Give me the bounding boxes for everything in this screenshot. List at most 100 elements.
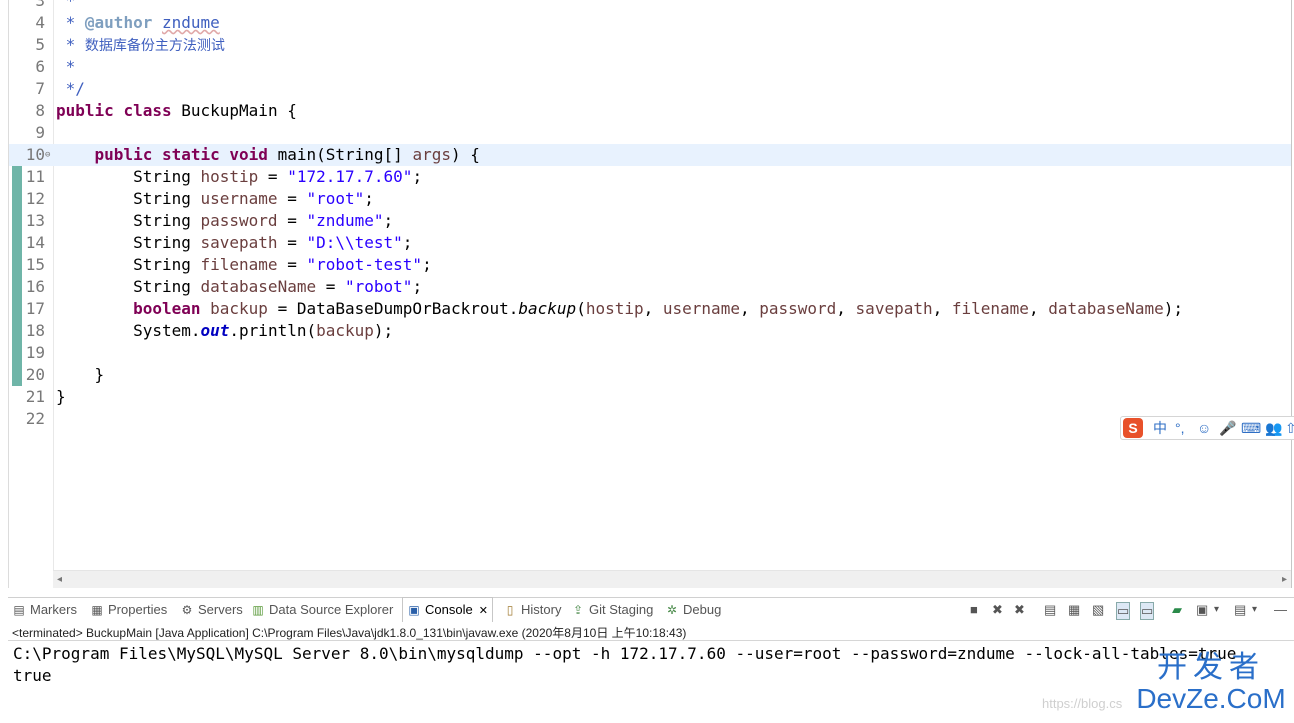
code-token: username (200, 189, 278, 208)
close-icon[interactable]: ✕ (479, 605, 488, 617)
code-line[interactable]: 14 String savepath = "D:\\test"; (9, 232, 1291, 254)
code-text: * (56, 0, 76, 12)
ime-mic-icon[interactable]: 🎤 (1219, 417, 1236, 439)
watermark-cn: 开发者 (1157, 651, 1265, 684)
code-token: = (316, 277, 345, 296)
code-line[interactable]: 16 String databaseName = "robot"; (9, 276, 1291, 298)
code-line[interactable]: 11 String hostip = "172.17.7.60"; (9, 166, 1291, 188)
clear-console-icon[interactable]: ▤ (1044, 602, 1056, 618)
code-line[interactable]: 4 * @author zndume (9, 12, 1291, 34)
ime-user-icon[interactable]: 👥 (1265, 417, 1282, 439)
code-text: } (56, 364, 105, 386)
line-number: 20 (25, 365, 45, 384)
code-line[interactable]: 7 */ (9, 78, 1291, 100)
code-line[interactable]: 20 } (9, 364, 1291, 386)
line-number: 5 (35, 35, 45, 54)
database-icon: ▥ (252, 603, 264, 617)
ime-toolbar[interactable]: S 中 °, ☺ 🎤 ⌨ 👥 ⇧ (1120, 416, 1294, 440)
scroll-left-icon[interactable]: ◂ (57, 571, 62, 588)
word-wrap-icon[interactable]: ▧ (1092, 602, 1104, 618)
open-console-icon[interactable]: ▤ (1234, 602, 1246, 618)
code-token: out (200, 321, 230, 340)
ime-keyboard-icon[interactable]: ⌨ (1241, 417, 1261, 439)
markers-icon: ▤ (13, 603, 25, 617)
horizontal-scrollbar[interactable]: ◂ ▸ (53, 570, 1291, 588)
code-token: , (1028, 299, 1049, 318)
code-token: BuckupMain { (171, 101, 297, 120)
tab-history[interactable]: ▯ History (503, 598, 562, 622)
code-token: "zndume" (306, 211, 384, 230)
code-token: ); (373, 321, 394, 340)
tab-git-staging[interactable]: ⇪ Git Staging (571, 598, 653, 622)
code-text: * @author zndume (56, 12, 220, 34)
code-text: } (56, 386, 66, 408)
tab-debug[interactable]: ✲ Debug (665, 598, 721, 622)
code-text: String filename = "robot-test"; (56, 254, 432, 276)
scroll-right-icon[interactable]: ▸ (1282, 571, 1287, 588)
code-token: public (56, 101, 114, 120)
code-token: ; (383, 211, 394, 230)
code-line[interactable]: 12 String username = "root"; (9, 188, 1291, 210)
properties-icon: ▦ (91, 603, 103, 617)
tab-markers[interactable]: ▤ Markers (12, 598, 77, 622)
ime-emoji-icon[interactable]: ☺ (1197, 417, 1211, 439)
code-text: * 数据库备份主方法测试 (56, 34, 225, 57)
sogou-logo-icon[interactable]: S (1123, 418, 1143, 438)
code-line[interactable]: 5 * 数据库备份主方法测试 (9, 34, 1291, 56)
code-token: * (56, 35, 85, 54)
code-line[interactable]: 3 * (9, 0, 1291, 12)
tab-data-source-explorer[interactable]: ▥ Data Source Explorer (251, 598, 393, 622)
code-line[interactable]: 19 (9, 342, 1291, 364)
code-token: ; (412, 167, 423, 186)
code-token: } (56, 365, 105, 384)
scroll-lock-icon[interactable]: ▦ (1068, 602, 1080, 618)
chevron-down-icon[interactable]: ▾ (1252, 602, 1257, 618)
remove-launch-icon[interactable]: ✖ (992, 602, 1003, 618)
code-line[interactable]: 18 System.out.println(backup); (9, 320, 1291, 342)
show-on-stderr-icon[interactable]: ▭ (1140, 602, 1155, 620)
ime-lang-toggle[interactable]: 中 (1153, 417, 1167, 439)
code-line[interactable]: 6 * (9, 56, 1291, 78)
code-line[interactable]: 8 public class BuckupMain { (9, 100, 1291, 122)
fold-toggle-icon[interactable]: ⊖ (45, 144, 50, 166)
show-on-stdout-icon[interactable]: ▭ (1116, 602, 1131, 620)
code-line[interactable]: 10 ⊖ public static void main(String[] arg… (9, 144, 1291, 166)
code-token: = (258, 167, 288, 186)
remove-all-icon[interactable]: ✖ (1014, 602, 1025, 618)
code-token: = (277, 189, 307, 208)
code-token: backup (316, 321, 374, 340)
code-editor[interactable]: 3 * 4 * @author zndume 5 * 数据库备份主方法测试 6 * 7 … (8, 0, 1292, 588)
code-token: * (56, 13, 85, 32)
code-token: databaseName (1048, 299, 1164, 318)
pin-console-icon[interactable]: ▰ (1172, 602, 1182, 618)
line-number: 6 (35, 57, 45, 76)
code-line[interactable]: 17 boolean backup = DataBaseDumpOrBackro… (9, 298, 1291, 320)
tab-servers[interactable]: ⚙ Servers (180, 598, 243, 622)
ime-more-icon[interactable]: ⇧ (1285, 417, 1294, 439)
code-text: boolean backup = DataBaseDumpOrBackrout.… (56, 298, 1183, 320)
tab-console[interactable]: ▣ Console ✕ (402, 597, 493, 622)
code-token: "172.17.7.60" (287, 167, 413, 186)
code-token: class (123, 101, 172, 120)
code-text: System.out.println(backup); (56, 320, 393, 342)
minimize-icon[interactable]: — (1274, 602, 1287, 618)
code-line[interactable]: 13 String password = "zndume"; (9, 210, 1291, 232)
display-console-icon[interactable]: ▣ (1196, 602, 1208, 618)
code-line[interactable]: 22 (9, 408, 1291, 430)
terminate-icon[interactable]: ■ (970, 602, 978, 618)
code-line[interactable]: 21} (9, 386, 1291, 408)
console-status: <terminated> BuckupMain [Java Applicatio… (12, 626, 687, 640)
code-line[interactable]: 15 String filename = "robot-test"; (9, 254, 1291, 276)
tab-properties[interactable]: ▦ Properties (90, 598, 167, 622)
chevron-down-icon[interactable]: ▾ (1214, 602, 1219, 618)
code-text: String databaseName = "robot"; (56, 276, 422, 298)
code-area[interactable]: 3 * 4 * @author zndume 5 * 数据库备份主方法测试 6 * 7 … (9, 0, 1291, 570)
code-text: * (56, 56, 76, 78)
code-token: filename (951, 299, 1029, 318)
ime-punct-icon[interactable]: °, (1175, 417, 1185, 439)
code-line[interactable]: 9 (9, 122, 1291, 144)
code-token: ; (364, 189, 374, 208)
